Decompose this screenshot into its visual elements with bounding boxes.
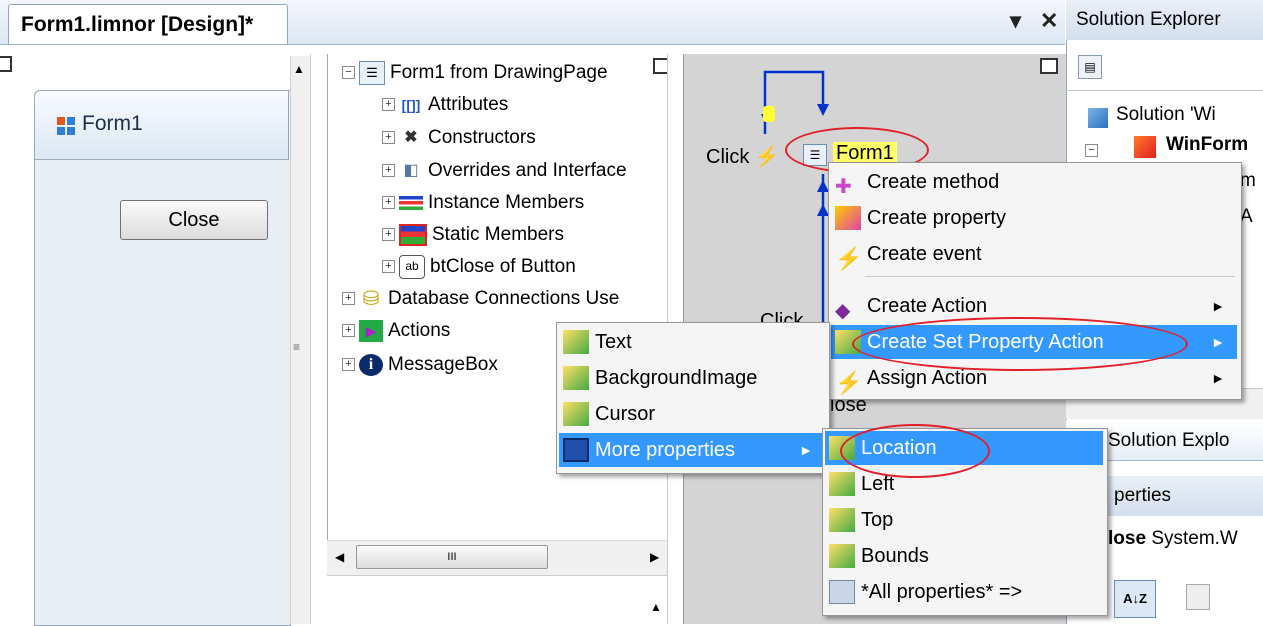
splitter-grip-icon[interactable]: ≡ (293, 340, 300, 354)
tree-item-label: Overrides and Interface (428, 160, 627, 181)
form-close-button[interactable]: Close (120, 200, 268, 240)
form-preview (34, 90, 291, 626)
footer-scroll-up-icon[interactable]: ▲ (650, 600, 662, 614)
property-icon (829, 544, 855, 568)
tree-item-instance-members[interactable]: + Instance Members (382, 188, 584, 218)
tab-dropdown-icon[interactable]: ▾ (1010, 8, 1021, 34)
document-tab[interactable]: Form1.limnor [Design]* (8, 4, 288, 44)
tree-item-static-members[interactable]: + Static Members (382, 220, 564, 250)
scroll-right-icon[interactable]: ▶ (650, 550, 659, 564)
submenu-more-properties[interactable]: More properties ► (559, 433, 825, 467)
click-event-label: Click ⚡ (706, 146, 780, 168)
scroll-left-icon[interactable]: ◀ (335, 550, 344, 564)
tree-item-label: Attributes (428, 94, 509, 115)
main-context-menu: ✚ Create method Create property ⚡ Create e… (828, 162, 1242, 400)
property-icon (829, 472, 855, 496)
submenu-all-properties[interactable]: *All properties* => (825, 575, 1103, 609)
scroll-up-icon[interactable]: ▲ (293, 62, 305, 76)
submenu-bounds[interactable]: Bounds (825, 539, 1103, 573)
properties-toolbar-icon[interactable]: ▤ (1078, 55, 1102, 79)
info-icon: i (359, 353, 383, 376)
collapse-icon[interactable]: − (342, 66, 355, 80)
more-properties-icon (563, 438, 589, 462)
tree-item-actions[interactable]: + ▶ Actions (342, 316, 450, 346)
menu-create-action[interactable]: ◆ Create Action ► (831, 289, 1237, 323)
menu-create-set-property-action[interactable]: Create Set Property Action ► (831, 325, 1237, 359)
menu-assign-action[interactable]: ⚡ Assign Action ► (831, 361, 1237, 395)
selected-object-name: lose (1108, 528, 1147, 549)
tree-item-overrides[interactable]: + ◧ Overrides and Interface (382, 156, 627, 186)
attributes-icon: [[]] (401, 96, 421, 113)
menu-create-event[interactable]: ⚡ Create event (831, 237, 1237, 271)
tree-item-messagebox[interactable]: + i MessageBox (342, 350, 498, 380)
property-icon (829, 436, 855, 460)
database-icon: ⛁ (362, 287, 380, 310)
project-fragment-m: m (1240, 170, 1256, 191)
property-icon (829, 508, 855, 532)
property-pages-icon[interactable] (1186, 584, 1210, 610)
property-submenu: Text BackgroundImage Cursor More propert… (556, 322, 830, 474)
submenu-left[interactable]: Left (825, 467, 1103, 501)
splitter-bar[interactable] (310, 54, 327, 624)
tree-footer (327, 575, 667, 625)
create-property-icon (835, 206, 861, 230)
constructors-icon: ✖ (404, 128, 418, 146)
tree-item-label: Static Members (432, 224, 564, 245)
create-method-icon: ✚ (835, 176, 852, 198)
tab-close-icon[interactable]: ✕ (1040, 8, 1058, 34)
tree-item-database[interactable]: + ⛁ Database Connections Use (342, 284, 619, 314)
button-icon: ab (399, 254, 425, 279)
alphabetical-sort-icon[interactable]: A↓Z (1114, 580, 1156, 618)
submenu-cursor[interactable]: Cursor (559, 397, 825, 431)
scroll-thumb[interactable]: III (356, 545, 548, 569)
tree-root[interactable]: − ☰ Form1 from DrawingPage (342, 58, 608, 88)
actions-icon: ▶ (359, 319, 383, 342)
form-title: Form1 (82, 112, 143, 135)
tree-item-label: Actions (388, 320, 451, 341)
more-properties-submenu: Location Left Top Bounds *All properties… (822, 428, 1108, 616)
submenu-text[interactable]: Text (559, 325, 825, 359)
property-icon (563, 402, 589, 426)
panel-maximize-icon[interactable] (0, 56, 12, 72)
toolbar-divider (1066, 90, 1263, 91)
tree-item-label: MessageBox (388, 354, 498, 375)
instance-members-icon (399, 195, 423, 210)
class-icon: ☰ (359, 60, 385, 85)
menu-create-method[interactable]: ✚ Create method (831, 165, 1237, 199)
project-expand-icon[interactable]: − (1085, 142, 1102, 160)
create-action-icon: ◆ (835, 300, 851, 322)
solution-explorer-header: Solution Explorer (1066, 0, 1263, 40)
solution-node[interactable]: Solution 'Wi (1116, 104, 1216, 126)
submenu-backgroundimage[interactable]: BackgroundImage (559, 361, 825, 395)
project-node[interactable]: WinForm (1166, 134, 1248, 156)
tree-root-label: Form1 from DrawingPage (390, 62, 608, 83)
assign-action-icon: ⚡ (835, 370, 863, 395)
selected-object-type: System.W (1151, 528, 1238, 549)
selected-object: lose System.W (1108, 528, 1238, 550)
all-properties-icon (829, 580, 855, 604)
overrides-icon: ◧ (403, 161, 419, 179)
project-icon (1134, 136, 1156, 158)
static-members-icon (399, 223, 427, 246)
tree-item-label: Database Connections Use (388, 288, 620, 309)
set-property-icon (835, 330, 861, 354)
menu-separator (865, 276, 1235, 277)
link-port (763, 106, 775, 122)
form-node-icon: ☰ (803, 144, 827, 166)
tree-item-attributes[interactable]: +[[]] Attributes (382, 90, 508, 120)
tree-item-constructors[interactable]: + ✖ Constructors (382, 123, 536, 153)
tree-item-btclose[interactable]: + ab btClose of Button (382, 252, 576, 282)
submenu-top[interactable]: Top (825, 503, 1103, 537)
form-icon (57, 117, 75, 135)
solution-icon (1088, 108, 1108, 128)
tree-item-label: Constructors (428, 127, 536, 148)
property-icon (563, 330, 589, 354)
menu-create-property[interactable]: Create property (831, 201, 1237, 235)
create-event-icon: ⚡ (835, 246, 863, 271)
property-icon (563, 366, 589, 390)
solution-explorer-tab[interactable]: Solution Explo (1108, 430, 1229, 452)
tree-item-label: btClose of Button (430, 256, 576, 277)
tree-item-label: Instance Members (428, 192, 585, 213)
submenu-location[interactable]: Location (825, 431, 1103, 465)
